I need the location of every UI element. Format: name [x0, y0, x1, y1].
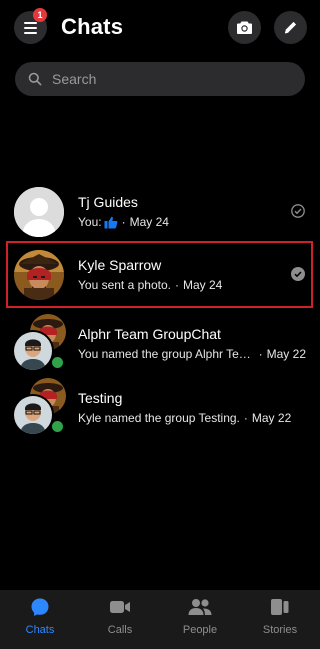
group-avatar [12, 314, 68, 374]
tab-label: Calls [107, 624, 133, 636]
chat-time: May 22 [266, 347, 306, 361]
tab-chats[interactable]: Chats [8, 596, 72, 644]
chat-message: Kyle named the group Testing. [78, 411, 240, 425]
chat-message: You named the group Alphr Tea... [78, 347, 255, 361]
separator: · [243, 411, 248, 425]
chat-name: Tj Guides [78, 194, 138, 210]
online-indicator [50, 355, 65, 370]
group-avatar [12, 378, 68, 438]
camera-icon [237, 21, 252, 34]
avatar [14, 187, 64, 237]
stories-icon [270, 596, 290, 618]
separator: · [174, 278, 179, 292]
chat-name: Testing [78, 390, 123, 406]
person-photo-icon [14, 332, 52, 370]
separator: · [258, 347, 263, 361]
search-icon [28, 72, 42, 86]
seen-check-icon [291, 204, 305, 218]
avatar [12, 330, 54, 372]
chat-time: May 22 [251, 411, 292, 425]
pirate-photo-icon [14, 250, 64, 300]
chat-bubble-icon [30, 596, 50, 618]
chat-message: You sent a photo. [78, 278, 171, 292]
chat-preview: You: · May 24 [78, 215, 306, 229]
chat-preview: You named the group Alphr Tea... · May 2… [78, 347, 306, 361]
avatar [14, 250, 64, 300]
camera-button[interactable] [228, 11, 261, 44]
person-photo-icon [14, 396, 52, 434]
video-camera-icon [109, 596, 131, 618]
tab-label: Stories [262, 624, 298, 636]
search-input[interactable] [52, 71, 282, 87]
thumbs-up-icon [104, 216, 118, 228]
pencil-icon [284, 21, 297, 34]
chat-name: Kyle Sparrow [78, 257, 162, 273]
tab-calls[interactable]: Calls [88, 596, 152, 644]
bottom-nav: Chats Calls People Stories [0, 590, 320, 649]
compose-button[interactable] [274, 11, 307, 44]
tab-stories[interactable]: Stories [248, 596, 312, 644]
chat-item[interactable]: Kyle Sparrow You sent a photo. · May 24 [0, 245, 320, 309]
chat-item[interactable]: Tj Guides You: · May 24 [0, 182, 320, 246]
chat-item[interactable]: Alphr Team GroupChat You named the group… [0, 314, 320, 378]
tab-label: Chats [25, 624, 55, 636]
seen-check-icon [291, 267, 305, 281]
online-indicator [50, 419, 65, 434]
people-icon [188, 596, 212, 618]
page-title: Chats [61, 14, 124, 39]
tab-label: People [182, 624, 218, 636]
tab-people[interactable]: People [168, 596, 232, 644]
message-prefix: You: [78, 215, 102, 229]
notification-badge: 1 [33, 8, 47, 22]
chat-preview: Kyle named the group Testing. · May 22 [78, 411, 306, 425]
chat-preview: You sent a photo. · May 24 [78, 278, 306, 292]
messenger-app: 1 Chats Tj [0, 0, 320, 649]
chat-name: Alphr Team GroupChat [78, 326, 221, 342]
separator: · [121, 215, 126, 229]
chat-item[interactable]: Testing Kyle named the group Testing. · … [0, 378, 320, 442]
search-bar[interactable] [15, 62, 305, 96]
avatar [12, 394, 54, 436]
chat-time: May 24 [129, 215, 169, 229]
hamburger-icon [24, 22, 37, 24]
chat-time: May 24 [182, 278, 223, 292]
default-person-icon [14, 187, 64, 237]
